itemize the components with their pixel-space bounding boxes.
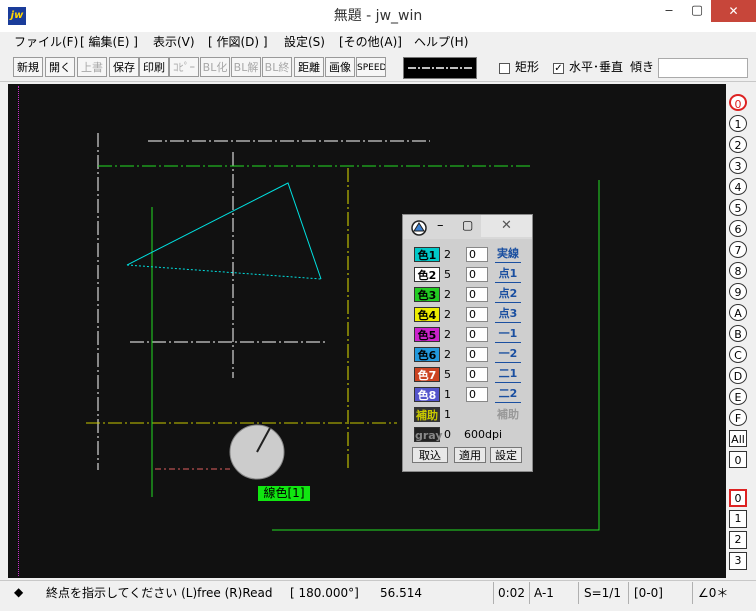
layer-zero-button[interactable]: 0	[729, 451, 747, 468]
color-value-input[interactable]: 0	[466, 347, 488, 362]
color-width-label: 2	[444, 288, 451, 301]
line-style-button[interactable]: 一1	[495, 327, 521, 343]
apply-button[interactable]: 適用	[454, 447, 486, 463]
color-width-label: 2	[444, 328, 451, 341]
color-value-input[interactable]: 0	[466, 387, 488, 402]
layer-button[interactable]: 5	[729, 199, 747, 216]
layer-button[interactable]: C	[729, 346, 747, 363]
layer-button[interactable]: B	[729, 325, 747, 342]
layer-button[interactable]: 0	[729, 94, 747, 111]
status-angle-mode[interactable]: ∠0＊	[698, 584, 728, 602]
color-width-label: 2	[444, 348, 451, 361]
status-diamond-icon: ◆	[14, 585, 24, 599]
color-chip-3[interactable]: 色3	[414, 287, 440, 302]
color-width-label: 5	[444, 268, 451, 281]
line-style-button[interactable]: 実線	[495, 247, 521, 263]
layer-group-button[interactable]: 1	[729, 510, 747, 528]
status-separator	[529, 582, 530, 604]
gray-num: 0	[444, 428, 451, 441]
layer-button[interactable]: E	[729, 388, 747, 405]
layer-button[interactable]: F	[729, 409, 747, 426]
cyan-dotted-edge	[126, 264, 322, 280]
layer-all-button[interactable]: All	[729, 430, 747, 447]
line-color-tooltip: 線色[1]	[258, 486, 310, 501]
layer-group-button[interactable]: 2	[729, 531, 747, 549]
status-message: 終点を指示してください (L)free (R)Read	[46, 586, 273, 600]
layer-group-button[interactable]: 3	[729, 552, 747, 570]
settings-button[interactable]: 設定	[490, 447, 522, 463]
line-style-button[interactable]: 二2	[495, 387, 521, 403]
color-value-input[interactable]: 0	[466, 367, 488, 382]
color-chip-1[interactable]: 色1	[414, 247, 440, 262]
layer-button[interactable]: 3	[729, 157, 747, 174]
status-time: 0:02	[498, 586, 525, 600]
layer-button[interactable]: 7	[729, 241, 747, 258]
color-value-input[interactable]: 0	[466, 307, 488, 322]
color-width-label: 2	[444, 308, 451, 321]
status-layer[interactable]: [0-0]	[634, 584, 663, 602]
status-separator	[692, 582, 693, 604]
color-value-input[interactable]: 0	[466, 287, 488, 302]
palette-minimize-button[interactable]: –	[437, 218, 444, 233]
layer-group-button[interactable]: 0	[729, 489, 747, 507]
line-style-button[interactable]: 二1	[495, 367, 521, 383]
status-angle: [ 180.000°]	[290, 586, 359, 600]
color-value-input[interactable]: 0	[466, 267, 488, 282]
color-width-label: 5	[444, 368, 451, 381]
line-style-button[interactable]: 点3	[495, 307, 521, 323]
line-style-button[interactable]: 点2	[495, 287, 521, 303]
aux-color-chip[interactable]: 補助	[414, 407, 440, 422]
color-chip-4[interactable]: 色4	[414, 307, 440, 322]
cyan-triangle	[126, 182, 322, 280]
dpi-text: 600dpi	[464, 428, 503, 441]
palette-maximize-button[interactable]: ▢	[462, 218, 473, 232]
layer-button[interactable]: 4	[729, 178, 747, 195]
status-separator	[578, 582, 579, 604]
aux-num: 1	[444, 408, 451, 421]
color-value-input[interactable]: 0	[466, 247, 488, 262]
aux-style[interactable]: 補助	[495, 408, 521, 423]
gray-color-chip[interactable]: gray	[414, 427, 443, 442]
color-chip-2[interactable]: 色2	[414, 267, 440, 282]
import-button[interactable]: 取込	[412, 447, 448, 463]
status-paper[interactable]: A-1	[534, 584, 554, 602]
layer-button[interactable]: 9	[729, 283, 747, 300]
color-chip-6[interactable]: 色6	[414, 347, 440, 362]
palette-app-icon	[411, 220, 427, 236]
status-separator	[628, 582, 629, 604]
color-width-label: 1	[444, 388, 451, 401]
status-length: 56.514	[380, 586, 422, 600]
layer-button[interactable]: 1	[729, 115, 747, 132]
color-chip-5[interactable]: 色5	[414, 327, 440, 342]
color-value-input[interactable]: 0	[466, 327, 488, 342]
drawing-layer	[86, 133, 600, 531]
status-separator	[493, 582, 494, 604]
color-width-label: 2	[444, 248, 451, 261]
layer-button[interactable]: 6	[729, 220, 747, 237]
status-scale[interactable]: S=1/1	[584, 584, 621, 602]
layer-button[interactable]: D	[729, 367, 747, 384]
layer-button[interactable]: 2	[729, 136, 747, 153]
line-style-button[interactable]: 点1	[495, 267, 521, 283]
layer-button[interactable]: 8	[729, 262, 747, 279]
palette-close-button[interactable]: ✕	[481, 215, 532, 237]
line-style-button[interactable]: 一2	[495, 347, 521, 363]
color-chip-7[interactable]: 色7	[414, 367, 440, 382]
color-chip-8[interactable]: 色8	[414, 387, 440, 402]
layer-button[interactable]: A	[729, 304, 747, 321]
